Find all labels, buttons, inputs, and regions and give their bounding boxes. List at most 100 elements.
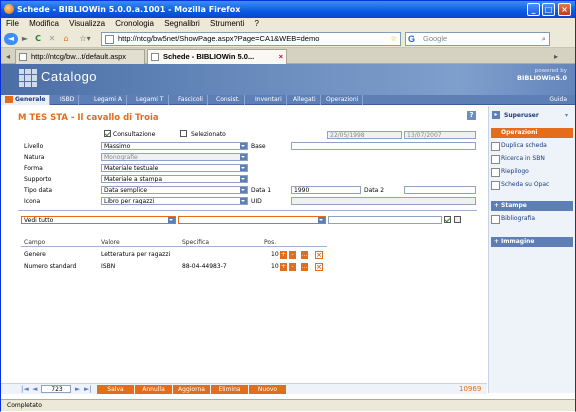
- record-number[interactable]: 723: [41, 385, 71, 393]
- selezionato-checkbox[interactable]: [180, 130, 187, 137]
- home-icon[interactable]: ⌂: [61, 33, 71, 45]
- scheda-opac-link[interactable]: Scheda su Opac: [491, 181, 549, 190]
- tab-consist[interactable]: Consist.: [212, 95, 245, 105]
- delete-button[interactable]: Elimina: [211, 385, 248, 394]
- table-row[interactable]: Numero standard ISBN 88-04-44983-7 10 + …: [21, 261, 327, 273]
- data2-field[interactable]: [404, 186, 476, 194]
- col-pos: Pos.: [264, 239, 277, 246]
- help-link[interactable]: Guida: [541, 95, 575, 105]
- delete-icon[interactable]: ×: [315, 251, 323, 259]
- user-selector[interactable]: ▸ Superuser ▾: [492, 111, 572, 120]
- stop-icon[interactable]: ✕: [47, 33, 57, 45]
- add-button[interactable]: +: [280, 263, 287, 271]
- catalog-logo-icon: [19, 69, 37, 87]
- first-record-icon[interactable]: |◄: [21, 385, 29, 393]
- save-button[interactable]: Salva: [97, 385, 134, 394]
- base-field[interactable]: [291, 142, 476, 150]
- page-content: Catalogo powered by BIBLIOWin5.0 General…: [1, 64, 575, 412]
- tab-scroll-right-icon[interactable]: ▸: [551, 51, 561, 63]
- tab-scroll-left-icon[interactable]: ◂: [3, 51, 13, 63]
- forma-select[interactable]: Materiale testuale: [101, 164, 248, 172]
- bibliografia-select[interactable]: Bibliografia: [491, 215, 535, 224]
- menu-segnalibri[interactable]: Segnalibri: [164, 19, 200, 28]
- selezionato-label: Selezionato: [191, 131, 226, 138]
- ricerca-sbn-link[interactable]: Ricerca in SBN: [491, 155, 545, 164]
- forma-label: Forma: [24, 165, 43, 172]
- page-icon: [19, 53, 27, 61]
- table-row[interactable]: Genere Letteratura per ragazzi 10 + - ..…: [21, 249, 327, 261]
- update-button[interactable]: Aggiorna: [173, 385, 210, 394]
- chevron-down-icon[interactable]: ▾: [565, 111, 568, 120]
- tab-operazioni[interactable]: Operazioni: [322, 95, 364, 105]
- menu-file[interactable]: File: [6, 19, 19, 28]
- tab-allegati[interactable]: Allegati: [289, 95, 321, 105]
- tab-fascicoli[interactable]: Fascicoli: [174, 95, 208, 105]
- livello-select[interactable]: Massimo: [101, 142, 248, 150]
- delete-icon[interactable]: ×: [315, 263, 323, 271]
- natura-select[interactable]: Monografie: [101, 153, 248, 161]
- prev-record-icon[interactable]: ◄: [32, 385, 37, 393]
- consultazione-checkbox[interactable]: [104, 130, 111, 137]
- immagine-header[interactable]: Immagine: [491, 237, 573, 247]
- url-bar[interactable]: http://ntcg/bw5net/ShowPage.aspx?Page=CA…: [101, 32, 401, 46]
- maximize-button[interactable]: □: [542, 3, 555, 16]
- user-name: Superuser: [504, 112, 539, 119]
- close-tab-icon[interactable]: ×: [279, 50, 283, 64]
- menu-visualizza[interactable]: Visualizza: [69, 19, 105, 28]
- icona-select[interactable]: Libro per ragazzi: [101, 197, 248, 205]
- filter-select[interactable]: Vedi tutto: [21, 216, 176, 224]
- riepilogo-link[interactable]: Riepilogo: [491, 168, 529, 177]
- tipo-data-select[interactable]: Data semplice: [101, 186, 248, 194]
- supporto-select[interactable]: Materiale a stampa: [101, 175, 248, 183]
- bookmark-icon[interactable]: ☆▾: [75, 33, 95, 45]
- cell-pos: 10: [271, 251, 279, 258]
- search-icon[interactable]: ⌕: [542, 33, 546, 45]
- reload-icon[interactable]: C: [33, 33, 43, 45]
- page-icon: [105, 35, 114, 44]
- browser-tab-schede[interactable]: Schede - BIBLIOWin 5.0... ×: [147, 49, 287, 64]
- tab-generale[interactable]: Generale: [1, 95, 51, 105]
- search-box[interactable]: G Google ⌕: [405, 32, 550, 46]
- data1-field[interactable]: 1990: [291, 186, 361, 194]
- menu-cronologia[interactable]: Cronologia: [115, 19, 154, 28]
- stampe-header[interactable]: Stampe: [491, 201, 573, 211]
- minimize-button[interactable]: _: [527, 3, 540, 16]
- new-button[interactable]: Nuovo: [249, 385, 286, 394]
- more-button[interactable]: ...: [301, 263, 308, 271]
- cell-campo: Genere: [24, 251, 46, 258]
- tab-inventari[interactable]: Inventari: [251, 95, 287, 105]
- browser-tab-default[interactable]: http://ntcg/bw...t/default.aspx: [15, 49, 145, 64]
- back-icon[interactable]: ◄: [4, 33, 18, 45]
- add-button[interactable]: +: [280, 251, 287, 259]
- remove-button[interactable]: -: [289, 263, 296, 271]
- help-icon[interactable]: ?: [467, 111, 476, 120]
- tab-legami-a[interactable]: Legami A: [90, 95, 127, 105]
- remove-button[interactable]: -: [289, 251, 296, 259]
- supporto-label: Supporto: [24, 176, 52, 183]
- cancel-button[interactable]: Annulla: [135, 385, 172, 394]
- confirm-icon[interactable]: [444, 216, 451, 223]
- tipo-data-label: Tipo data: [24, 187, 53, 194]
- icona-label: Icona: [24, 198, 41, 205]
- forward-icon[interactable]: ►: [20, 33, 30, 45]
- more-button[interactable]: ...: [301, 251, 308, 259]
- tab-legami-t[interactable]: Legami T: [132, 95, 169, 105]
- powered-by: powered by BIBLIOWin5.0: [517, 68, 567, 82]
- field-value-input[interactable]: [328, 216, 442, 224]
- menu-modifica[interactable]: Modifica: [29, 19, 59, 28]
- tab-isbd[interactable]: ISBD: [56, 95, 80, 105]
- uid-label: UID: [251, 198, 262, 205]
- user-icon: ▸: [492, 111, 500, 119]
- menu-help[interactable]: ?: [254, 19, 258, 28]
- next-record-icon[interactable]: ►: [75, 385, 80, 393]
- last-record-icon[interactable]: ►|: [84, 385, 92, 393]
- menu-strumenti[interactable]: Strumenti: [210, 19, 244, 28]
- close-button[interactable]: ×: [558, 3, 571, 16]
- field-select[interactable]: [178, 216, 326, 224]
- star-icon[interactable]: ☆: [390, 33, 397, 45]
- menu-icon[interactable]: [5, 96, 13, 103]
- operazioni-header[interactable]: Operazioni: [491, 128, 573, 138]
- navigation-toolbar: ◄ ► C ✕ ⌂ ☆▾ http://ntcg/bw5net/ShowPage…: [1, 30, 575, 48]
- duplica-scheda-link[interactable]: Duplica scheda: [491, 142, 547, 151]
- menu-bar: File Modifica Visualizza Cronologia Segn…: [1, 18, 575, 30]
